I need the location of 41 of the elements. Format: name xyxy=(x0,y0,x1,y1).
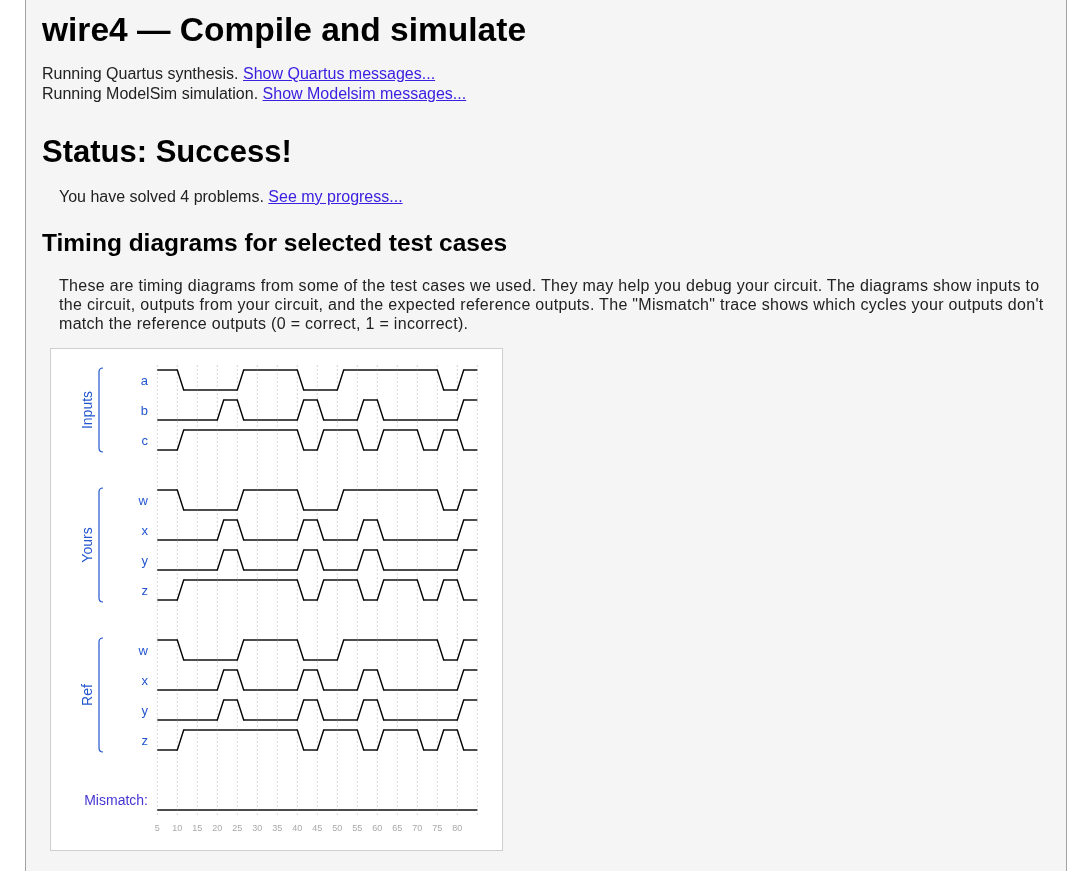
signal-label: a xyxy=(140,373,148,388)
axis-tick-label: 45 xyxy=(312,823,323,833)
signal-label: b xyxy=(140,403,148,418)
axis-tick-label: 70 xyxy=(412,823,423,833)
log-message: Running Quartus synthesis. Show Quartus messages... xyxy=(42,64,437,84)
axis-tick-label: 50 xyxy=(332,823,343,833)
signal-label: c xyxy=(141,433,148,448)
group-label: Inputs xyxy=(79,390,95,430)
mismatch-label: Mismatch: xyxy=(84,792,148,808)
signal-label: x xyxy=(141,673,148,688)
group-label: Yours xyxy=(79,527,95,563)
axis-tick-label: 20 xyxy=(212,823,223,833)
section-heading: Timing diagrams for selected test cases xyxy=(42,230,508,256)
description-text: These are timing diagrams from some of the test cases we used. They may help you debug your circuit. The diagrams show inputs to the circuit, outputs from your circuit, and the expected reference outputs. The "Mismatch" trace shows which cycles your outputs don't match the reference outputs (0 = correct, 1 = incorrect). xyxy=(59,276,1045,333)
show-messages-link[interactable]: Show Quartus messages... xyxy=(243,65,436,82)
group-label: Ref xyxy=(79,684,95,706)
axis-tick-label: 65 xyxy=(392,823,403,833)
log-message: Running ModelSim simulation. Show Modelsim messages... xyxy=(42,84,467,104)
axis-tick-label: 10 xyxy=(172,823,183,833)
axis-tick-label: 35 xyxy=(272,823,283,833)
progress-text: You have solved 4 problems. See my progress... xyxy=(59,187,403,207)
axis-tick-label: 25 xyxy=(232,823,243,833)
signal-label: w xyxy=(138,643,148,658)
axis-tick-label: 60 xyxy=(372,823,383,833)
signal-label: z xyxy=(141,583,148,598)
axis-tick-label: 40 xyxy=(292,823,303,833)
axis-tick-label: 30 xyxy=(252,823,263,833)
show-messages-link[interactable]: Show Modelsim messages... xyxy=(262,85,467,102)
status-heading: Status: Success! xyxy=(42,133,292,171)
axis-tick-label: 75 xyxy=(432,823,443,833)
signal-label: z xyxy=(141,733,148,748)
progress-link[interactable]: See my progress... xyxy=(268,188,403,205)
axis-tick-label: 15 xyxy=(192,823,203,833)
axis-tick-label: 55 xyxy=(352,823,363,833)
axis-tick-label: 5 xyxy=(154,823,160,833)
signal-label: x xyxy=(141,523,148,538)
page-title: wire4 — Compile and simulate xyxy=(42,10,527,50)
signal-label: y xyxy=(141,553,148,568)
axis-tick-label: 80 xyxy=(452,823,463,833)
signal-label: w xyxy=(138,493,148,508)
signal-label: y xyxy=(141,703,148,718)
